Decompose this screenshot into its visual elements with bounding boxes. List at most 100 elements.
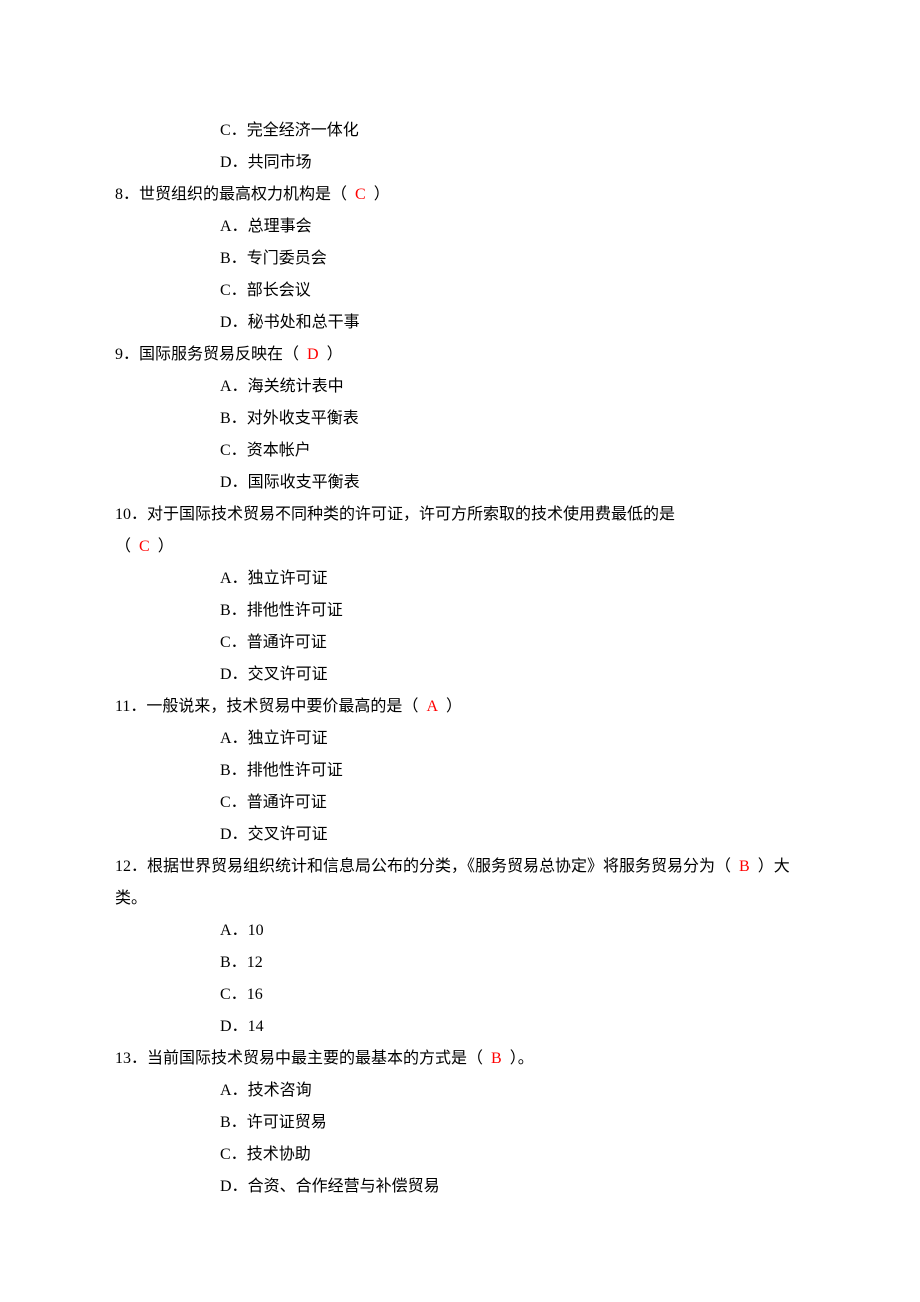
question-stem: 当前国际技术贸易中最主要的最基本的方式是 [147, 1050, 467, 1067]
option-line: D．交叉许可证 [115, 659, 805, 691]
option-text: 普通许可证 [247, 634, 327, 651]
option-label: A． [220, 1082, 248, 1099]
option-text: 技术咨询 [248, 1082, 312, 1099]
option-label: B． [220, 954, 247, 971]
option-label: B． [220, 762, 247, 779]
option-label: B． [220, 602, 247, 619]
option-label: C． [220, 986, 247, 1003]
option-text: 排他性许可证 [247, 602, 343, 619]
option-line: A．总理事会 [115, 211, 805, 243]
option-text: 14 [248, 1018, 264, 1035]
option-label: D． [220, 666, 248, 683]
option-text: 技术协助 [247, 1146, 311, 1163]
option-label: C． [220, 634, 247, 651]
option-label: A． [220, 730, 248, 747]
option-text: 排他性许可证 [247, 762, 343, 779]
option-label: B． [220, 410, 247, 427]
question-stem: 对于国际技术贸易不同种类的许可证，许可方所索取的技术使用费最低的是 [147, 506, 675, 523]
option-text: 部长会议 [247, 282, 311, 299]
option-line: C．普通许可证 [115, 627, 805, 659]
question-stem: 国际服务贸易反映在 [139, 346, 283, 363]
question-number: 11． [115, 698, 146, 715]
option-text: 独立许可证 [248, 570, 328, 587]
question-number: 9． [115, 346, 139, 363]
option-line: C．资本帐户 [115, 435, 805, 467]
option-label: C． [220, 1146, 247, 1163]
option-label: B． [220, 250, 247, 267]
option-label: A． [220, 378, 248, 395]
option-text: 普通许可证 [247, 794, 327, 811]
option-line: D．14 [115, 1011, 805, 1043]
option-label: C． [220, 442, 247, 459]
option-line: B．排他性许可证 [115, 755, 805, 787]
option-text: 独立许可证 [248, 730, 328, 747]
close-paren: ） [319, 346, 343, 363]
option-label: D． [220, 474, 248, 491]
option-text: 秘书处和总干事 [248, 314, 360, 331]
option-label: C． [220, 282, 247, 299]
answer: B [739, 858, 750, 875]
option-line: D．秘书处和总干事 [115, 307, 805, 339]
answer: C [139, 538, 150, 555]
option-line: A．独立许可证 [115, 563, 805, 595]
option-label: B． [220, 1114, 247, 1131]
question-number: 13． [115, 1050, 147, 1067]
question-stem: 世贸组织的最高权力机构是 [139, 186, 331, 203]
question-number: 8． [115, 186, 139, 203]
option-text: 总理事会 [248, 218, 312, 235]
question-8: 8．世贸组织的最高权力机构是（ C ） [115, 179, 805, 211]
open-paren: （ [283, 346, 307, 363]
option-text: 专门委员会 [247, 250, 327, 267]
option-text: 许可证贸易 [247, 1114, 327, 1131]
answer: B [491, 1050, 502, 1067]
open-paren: （ [715, 858, 739, 875]
answer: D [307, 346, 319, 363]
question-10-answer-line: （ C ） [115, 531, 805, 563]
option-line: B．对外收支平衡表 [115, 403, 805, 435]
option-line: B．许可证贸易 [115, 1107, 805, 1139]
option-text: 共同市场 [248, 154, 312, 171]
answer: C [355, 186, 366, 203]
open-paren: （ [467, 1050, 491, 1067]
option-text: 完全经济一体化 [247, 122, 359, 139]
option-label: A． [220, 922, 248, 939]
option-label: C． [220, 794, 247, 811]
option-text: 合资、合作经营与补偿贸易 [248, 1178, 440, 1195]
option-line: C．16 [115, 979, 805, 1011]
option-label: A． [220, 218, 248, 235]
close-paren: ） [438, 698, 462, 715]
option-text: 16 [247, 986, 263, 1003]
close-paren: ） [366, 186, 390, 203]
close-paren: ） [750, 858, 774, 875]
option-line: A．技术咨询 [115, 1075, 805, 1107]
question-stem: 一般说来，技术贸易中要价最高的是 [146, 698, 402, 715]
option-line: D．国际收支平衡表 [115, 467, 805, 499]
question-10: 10．对于国际技术贸易不同种类的许可证，许可方所索取的技术使用费最低的是 [115, 499, 805, 531]
option-line: C．技术协助 [115, 1139, 805, 1171]
question-9: 9．国际服务贸易反映在（ D ） [115, 339, 805, 371]
question-11: 11．一般说来，技术贸易中要价最高的是（ A ） [115, 691, 805, 723]
option-line: A．10 [115, 915, 805, 947]
open-paren: （ [331, 186, 355, 203]
option-text: 国际收支平衡表 [248, 474, 360, 491]
option-line: D．合资、合作经营与补偿贸易 [115, 1171, 805, 1203]
question-stem: 根据世界贸易组织统计和信息局公布的分类，《服务贸易总协定》将服务贸易分为 [147, 858, 715, 875]
option-text: 10 [248, 922, 264, 939]
option-text: 海关统计表中 [248, 378, 344, 395]
close-paren: ） [150, 538, 174, 555]
option-line: B．排他性许可证 [115, 595, 805, 627]
question-stem-post: 。 [518, 1050, 534, 1067]
open-paren: （ [115, 538, 139, 555]
option-label: C． [220, 122, 247, 139]
close-paren: ） [502, 1050, 518, 1067]
question-number: 12． [115, 858, 147, 875]
option-line: C．普通许可证 [115, 787, 805, 819]
option-label: A． [220, 570, 248, 587]
option-line: A．独立许可证 [115, 723, 805, 755]
question-13: 13．当前国际技术贸易中最主要的最基本的方式是（ B ）。 [115, 1043, 805, 1075]
option-text: 资本帐户 [247, 442, 311, 459]
option-line: C．完全经济一体化 [115, 115, 805, 147]
option-label: D． [220, 1018, 248, 1035]
option-text: 交叉许可证 [248, 666, 328, 683]
option-line: A．海关统计表中 [115, 371, 805, 403]
